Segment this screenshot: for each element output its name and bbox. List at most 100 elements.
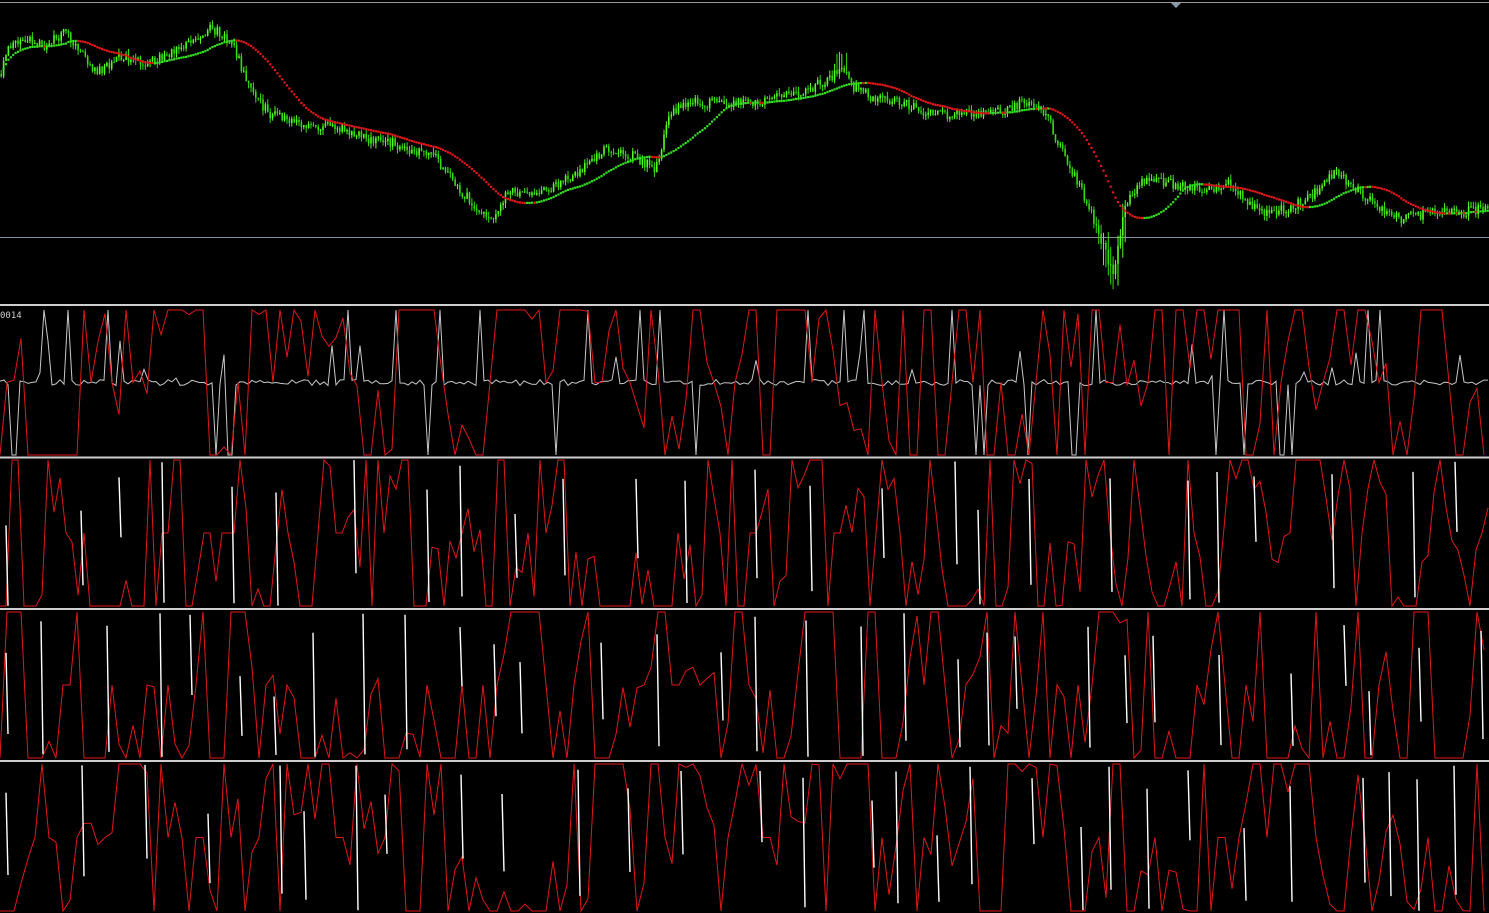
candle-body [913, 103, 915, 110]
ma-dot [245, 42, 248, 45]
ma-dot [826, 91, 829, 94]
ma-dot [996, 111, 999, 114]
ma-dot [891, 86, 894, 89]
ma-dot [948, 106, 951, 110]
candle-body [341, 124, 343, 132]
ma-dot [1148, 216, 1151, 219]
highlight-spike [1216, 471, 1220, 603]
highlight-spike [279, 765, 283, 894]
ma-dot [578, 185, 582, 188]
ma-dot [497, 192, 500, 195]
ma-dot [437, 146, 440, 149]
ma-dot [1258, 191, 1261, 195]
ma-dot [1313, 205, 1316, 208]
candle-body [146, 63, 149, 67]
ma-dot [1256, 191, 1259, 194]
candle-body [60, 32, 62, 41]
ma-dot [1323, 202, 1326, 205]
ma-dot [706, 125, 709, 128]
candle-body [605, 146, 608, 148]
ma-dot [377, 130, 380, 133]
candle-body [65, 29, 67, 31]
ma-dot [1378, 186, 1381, 190]
candle-body [1407, 213, 1410, 215]
ma-dot [763, 101, 766, 104]
candle-body [1347, 182, 1350, 185]
candle-body [1119, 235, 1122, 246]
candle-body [432, 152, 435, 155]
ma-dot [1116, 201, 1120, 204]
ma-dot [456, 156, 459, 159]
candle-body [807, 88, 809, 90]
ma-dot [574, 186, 577, 189]
highlight-spike [881, 488, 885, 559]
price-panel[interactable] [0, 2, 1489, 290]
ma-dot [276, 72, 279, 75]
ma-dot [968, 110, 971, 113]
scroll-marker-icon[interactable] [1171, 3, 1181, 8]
candle-body [442, 167, 444, 169]
ma-dot [737, 102, 740, 105]
trading-chart[interactable]: 0014 [0, 0, 1489, 913]
candle-body [1475, 206, 1477, 215]
candle-body [34, 43, 36, 45]
ma-dot [1349, 189, 1352, 192]
ma-dot [1263, 193, 1266, 196]
ma-dot [1292, 203, 1295, 206]
ma-dot [831, 89, 834, 92]
candle-body [720, 100, 723, 102]
candle-body [1174, 183, 1177, 189]
ma-dot [607, 170, 610, 173]
ma-dot [905, 92, 908, 95]
ma-dot [410, 139, 413, 142]
ma-dot [1049, 107, 1052, 110]
ma-dot [1460, 212, 1463, 215]
highlight-spike [562, 478, 566, 576]
candle-body [423, 151, 425, 152]
candle-body [1326, 180, 1328, 182]
candle-body [584, 163, 586, 172]
candle-body [1078, 183, 1081, 185]
ma-dot [605, 171, 608, 174]
ma-dot [252, 46, 255, 49]
ma-dot [1309, 205, 1312, 209]
highlight-spike [1187, 480, 1191, 600]
candle-body [896, 97, 898, 99]
ma-dot [101, 48, 104, 51]
candle-body [1045, 114, 1047, 115]
candle-body [262, 99, 264, 111]
ma-dot [331, 120, 334, 123]
ma-dot [1198, 183, 1201, 186]
candle-body [456, 185, 459, 187]
ma-dot [1450, 212, 1453, 215]
ma-dot [367, 128, 370, 131]
ma-dot [1409, 203, 1412, 206]
ma-dot [93, 44, 96, 47]
ma-dot [1040, 107, 1043, 110]
candle-body [581, 169, 584, 172]
highlight-spike [1418, 647, 1422, 722]
ma-dot [533, 201, 536, 204]
ma-dot [907, 93, 911, 96]
highlight-spike [493, 644, 497, 717]
candle-body [127, 53, 130, 63]
candle-body [1100, 233, 1102, 244]
ma-dot [1042, 107, 1045, 110]
candle-body [1052, 120, 1054, 135]
ma-dot [1191, 184, 1194, 187]
ma-dot [1119, 204, 1122, 207]
ma-dot [871, 82, 875, 85]
candle-body [1261, 209, 1263, 211]
ma-dot [108, 50, 111, 53]
candle-body [620, 150, 622, 154]
ma-dot [1234, 186, 1237, 189]
highlight-spike [312, 632, 316, 757]
candle-body [1042, 108, 1045, 115]
ma-dot [173, 58, 176, 61]
ma-dot [175, 57, 178, 60]
ma-dot [48, 45, 51, 48]
candle-body [1146, 177, 1148, 184]
candle-body [403, 146, 406, 149]
ma-dot [1431, 210, 1434, 213]
ma-dot [1068, 118, 1071, 122]
